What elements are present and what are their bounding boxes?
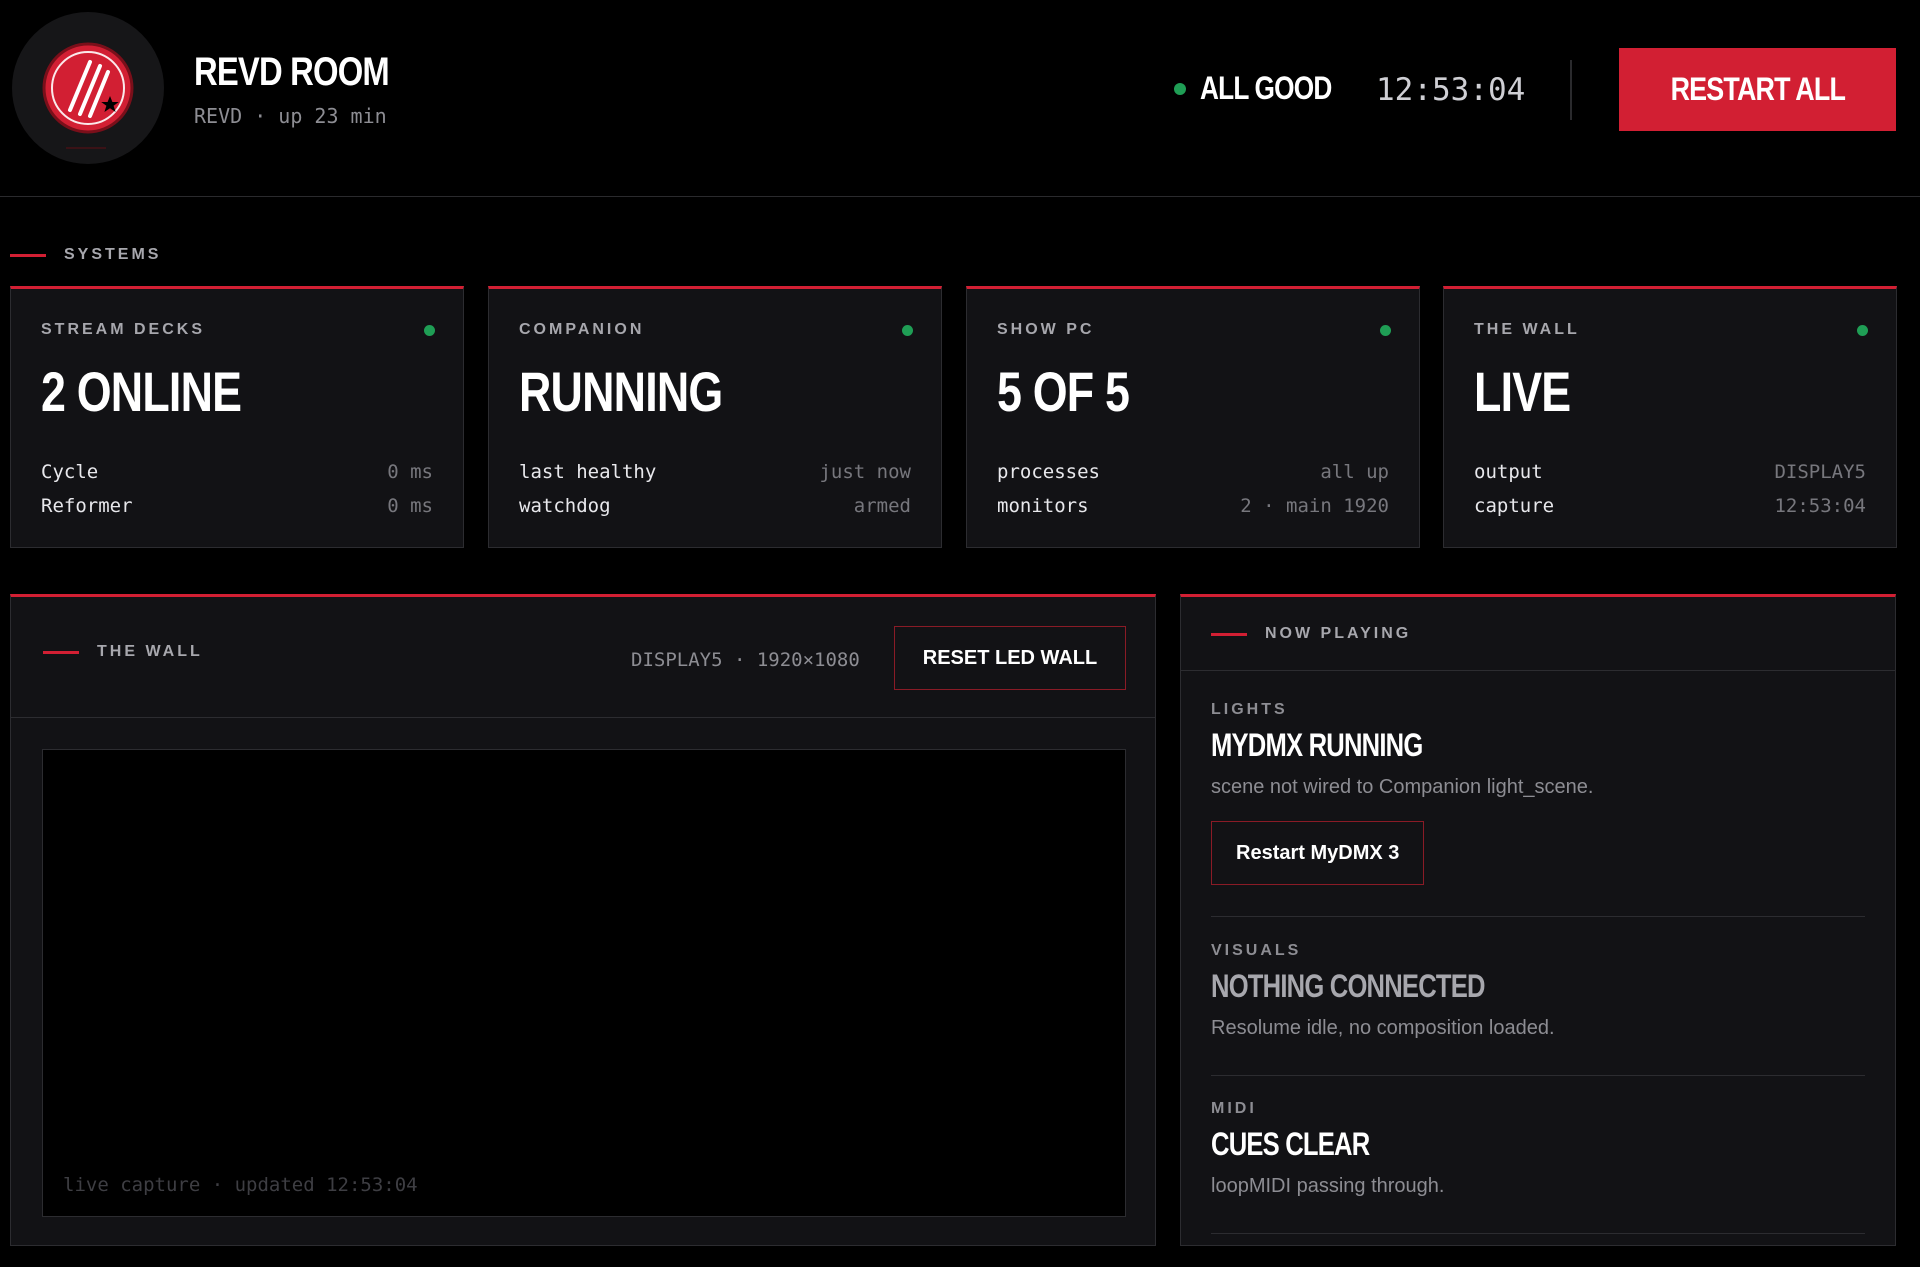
card-row: Cycle 0 ms [41, 461, 433, 483]
header-divider [1570, 60, 1572, 120]
restart-mydmx-button[interactable]: Restart MyDMX 3 [1211, 821, 1425, 885]
card-label: COMPANION [519, 321, 645, 338]
wall-preview: live capture · updated 12:53:04 [42, 749, 1126, 1217]
restart-all-label: RESTART ALL [1670, 71, 1845, 107]
card-label: SHOW PC [997, 321, 1095, 338]
row-key: capture [1474, 495, 1555, 517]
item-description: scene not wired to Companion light_scene… [1211, 776, 1594, 798]
card-label: STREAM DECKS [41, 321, 206, 338]
row-value: all up [1320, 461, 1389, 483]
status-dot-icon [1174, 82, 1186, 95]
row-key: processes [997, 461, 1100, 483]
item-category: MIDI [1211, 1100, 1257, 1117]
row-key: last healthy [519, 461, 657, 483]
row-value: 0 ms [387, 495, 433, 517]
row-key: Cycle [41, 461, 99, 483]
item-name: NOTHING CONNECTED [1211, 968, 1485, 1004]
wall-panel-header: THE WALL DISPLAY5 · 1920×1080 RESET LED … [11, 597, 1155, 718]
systems-label: SYSTEMS [64, 246, 162, 263]
card-row: watchdog armed [519, 495, 911, 517]
overall-status: ALL GOOD [1174, 70, 1360, 107]
now-playing-header: NOW PLAYING [1181, 597, 1895, 671]
row-key: Reformer [41, 495, 133, 517]
card-row: capture 12:53:04 [1474, 495, 1866, 517]
top-bar: REVD ROOM REVD · up 23 min ALL GOOD 12:5… [0, 0, 1920, 197]
now-playing-item-lights: LIGHTS MYDMX RUNNING scene not wired to … [1211, 701, 1865, 917]
uptime-subtitle: REVD · up 23 min [194, 104, 387, 128]
item-name: CUES CLEAR [1211, 1126, 1370, 1162]
capture-status: live capture · updated 12:53:04 [63, 1174, 418, 1196]
now-playing-label: NOW PLAYING [1265, 625, 1412, 642]
clock: 12:53:04 [1376, 72, 1526, 108]
row-value: just now [819, 461, 911, 483]
restart-all-button[interactable]: RESTART ALL [1619, 48, 1896, 131]
now-playing-item-visuals: VISUALS NOTHING CONNECTED Resolume idle,… [1211, 942, 1865, 1076]
item-category: LIGHTS [1211, 701, 1288, 718]
card-row: Reformer 0 ms [41, 495, 433, 517]
row-value: armed [853, 495, 911, 517]
status-dot-icon [902, 325, 913, 336]
row-value: 12:53:04 [1774, 495, 1866, 517]
accent-line [43, 650, 79, 654]
row-value: DISPLAY5 [1774, 461, 1866, 483]
status-dot-icon [1380, 325, 1391, 336]
card-row: last healthy just now [519, 461, 911, 483]
revd-logo-icon [42, 42, 134, 134]
card-row: monitors 2 · main 1920 [997, 495, 1389, 517]
status-dot-icon [1857, 325, 1868, 336]
logo-underline [66, 147, 106, 149]
card-value: 2 ONLINE [41, 360, 242, 423]
card-label: THE WALL [1474, 321, 1580, 338]
reset-led-wall-button[interactable]: RESET LED WALL [894, 626, 1126, 690]
row-key: monitors [997, 495, 1089, 517]
systems-section-label: SYSTEMS [10, 246, 161, 264]
now-playing-panel: NOW PLAYING LIGHTS MYDMX RUNNING scene n… [1180, 594, 1896, 1246]
row-value: 0 ms [387, 461, 433, 483]
row-key: watchdog [519, 495, 611, 517]
card-companion: COMPANION RUNNING last healthy just now … [488, 286, 942, 548]
item-name: MYDMX RUNNING [1211, 727, 1423, 763]
card-value: LIVE [1474, 360, 1571, 423]
status-dot-icon [424, 325, 435, 336]
page-title: REVD ROOM [194, 50, 390, 94]
logo [12, 12, 164, 164]
wall-title: THE WALL [97, 643, 203, 660]
card-value: RUNNING [519, 360, 723, 423]
card-show-pc: SHOW PC 5 OF 5 processes all up monitors… [966, 286, 1420, 548]
accent-line [10, 253, 46, 257]
wall-panel: THE WALL DISPLAY5 · 1920×1080 RESET LED … [10, 594, 1156, 1246]
status-text: ALL GOOD [1200, 70, 1332, 106]
wall-panel-title: THE WALL [43, 643, 203, 661]
wall-spec: DISPLAY5 · 1920×1080 [631, 649, 860, 671]
card-the-wall: THE WALL LIVE output DISPLAY5 capture 12… [1443, 286, 1897, 548]
now-playing-item-midi: MIDI CUES CLEAR loopMIDI passing through… [1211, 1100, 1865, 1234]
card-row: output DISPLAY5 [1474, 461, 1866, 483]
row-key: output [1474, 461, 1543, 483]
accent-line [1211, 632, 1247, 636]
row-value: 2 · main 1920 [1240, 495, 1389, 517]
card-stream-decks: STREAM DECKS 2 ONLINE Cycle 0 ms Reforme… [10, 286, 464, 548]
card-row: processes all up [997, 461, 1389, 483]
item-category: VISUALS [1211, 942, 1302, 959]
card-value: 5 OF 5 [997, 360, 1130, 423]
item-description: Resolume idle, no composition loaded. [1211, 1017, 1555, 1039]
item-description: loopMIDI passing through. [1211, 1175, 1445, 1197]
now-playing-title: NOW PLAYING [1211, 625, 1411, 643]
